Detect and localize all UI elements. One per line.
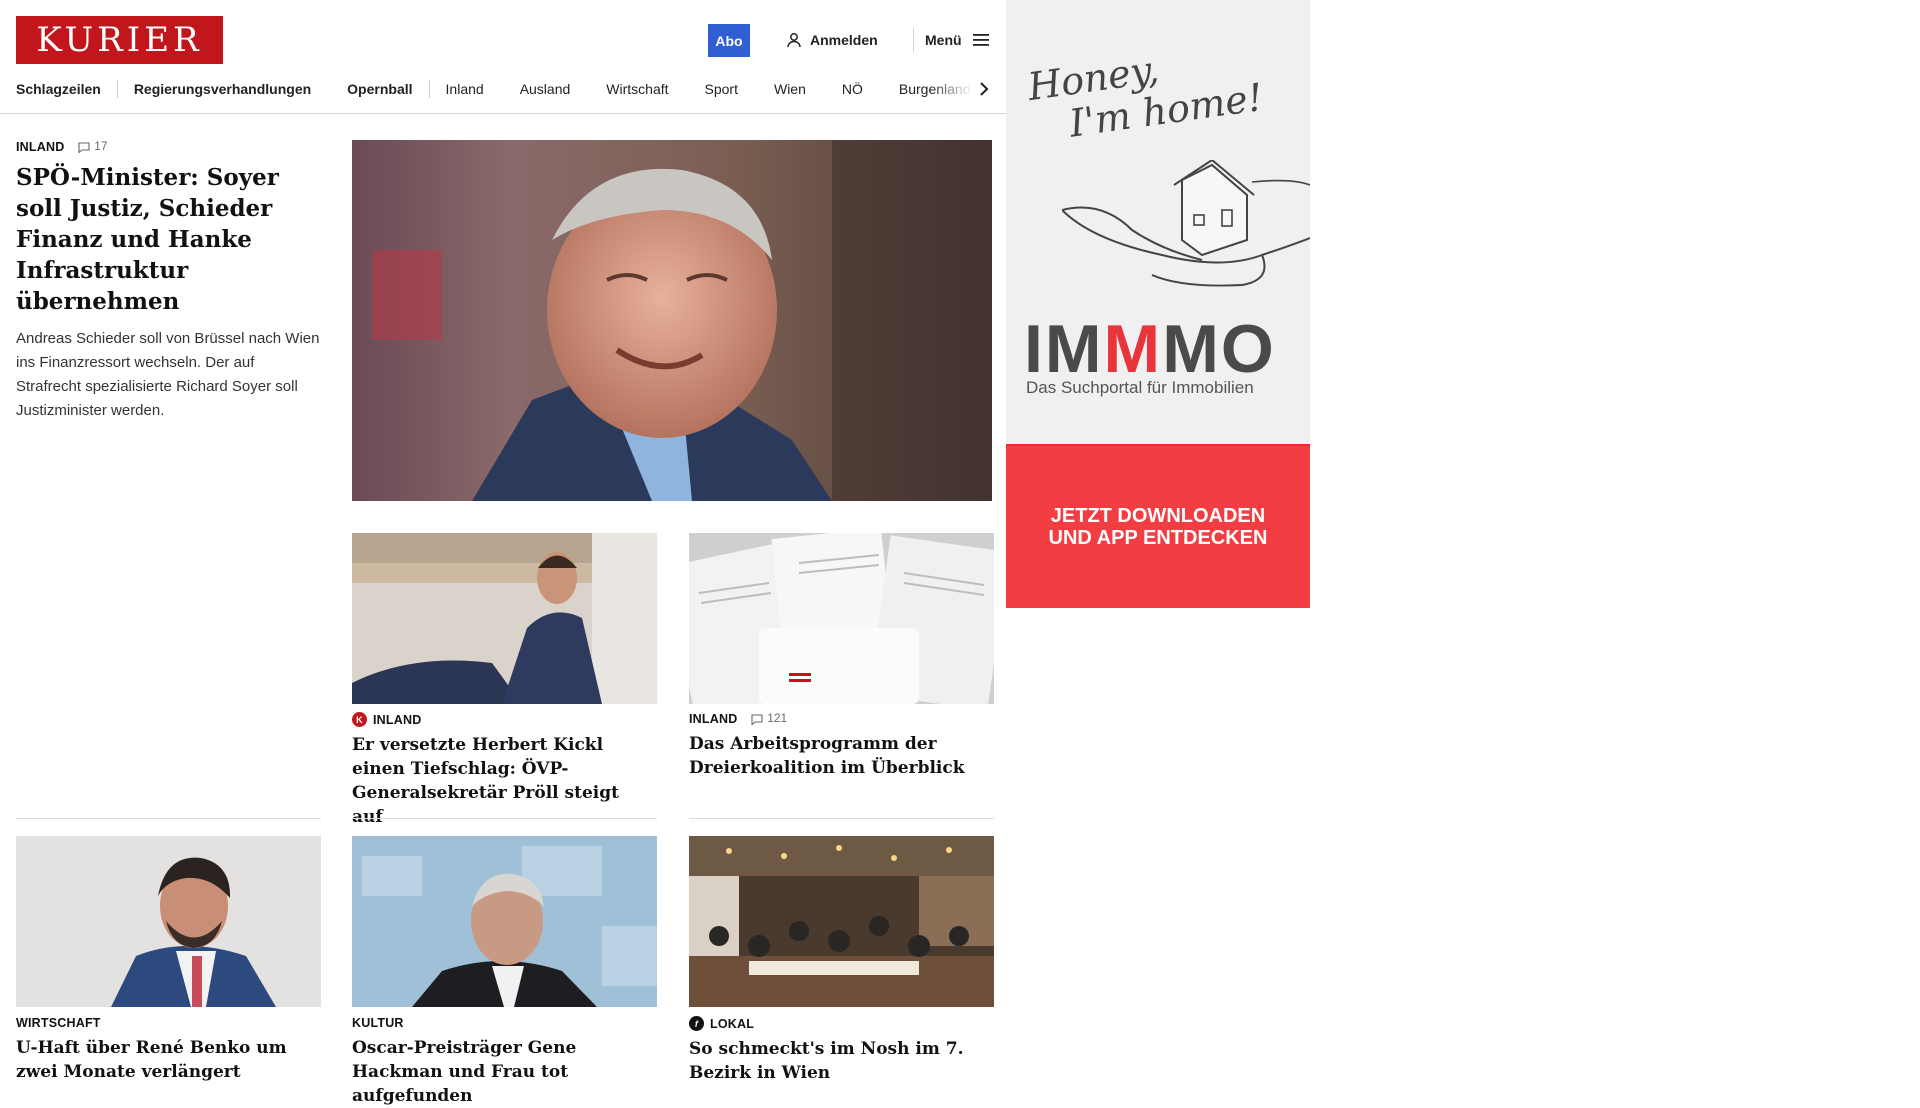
ad-cta-text: JETZT DOWNLOADEN UND APP ENTDECKEN bbox=[1049, 505, 1268, 549]
comment-icon bbox=[751, 713, 763, 725]
card-title[interactable]: Oscar-Preisträger Gene Hackman und Frau … bbox=[352, 1036, 655, 1108]
menu-label: Menü bbox=[925, 32, 962, 48]
immmo-ad-banner[interactable]: Honey, I'm home! IMMMO Das Suchportal fü… bbox=[1006, 0, 1310, 608]
card-comments[interactable]: 121 bbox=[751, 713, 787, 725]
row-divider bbox=[352, 818, 657, 819]
article-card-4[interactable]: KULTUR Oscar-Preisträger Gene Hackman un… bbox=[352, 1016, 655, 1108]
lead-category: INLAND bbox=[16, 140, 65, 154]
card-image-1[interactable] bbox=[352, 533, 657, 704]
card-image-5[interactable] bbox=[689, 836, 994, 1007]
ad-download-button[interactable]: JETZT DOWNLOADEN UND APP ENTDECKEN bbox=[1006, 446, 1310, 608]
card-image-3[interactable] bbox=[16, 836, 321, 1007]
hamburger-icon bbox=[972, 34, 989, 46]
login-label: Anmelden bbox=[810, 32, 878, 48]
nav-item-regierungsverhandlungen[interactable]: Regierungsverhandlungen bbox=[134, 81, 311, 97]
card-comment-count: 121 bbox=[767, 713, 788, 725]
ad-brand-part-b: MO bbox=[1162, 311, 1276, 387]
card-title[interactable]: Er versetzte Herbert Kickl einen Tiefsch… bbox=[352, 733, 655, 829]
nav-item-schlagzeilen[interactable]: Schlagzeilen bbox=[16, 81, 101, 97]
lead-comment-count: 17 bbox=[94, 141, 108, 153]
card-kicker: f LOKAL bbox=[689, 1016, 992, 1031]
login-link[interactable]: Anmelden bbox=[786, 28, 878, 52]
kurier-plus-icon: K bbox=[352, 712, 367, 727]
lead-teaser: Andreas Schieder soll von Brüssel nach W… bbox=[16, 330, 320, 419]
kurier-logo[interactable]: KURIER bbox=[16, 16, 223, 64]
chevron-right-icon bbox=[980, 82, 989, 96]
nav-item-noe[interactable]: NÖ bbox=[842, 81, 863, 97]
article-card-3[interactable]: WIRTSCHAFT U-Haft über René Benko um zwe… bbox=[16, 1016, 319, 1084]
card-title[interactable]: So schmeckt's im Nosh im 7. Bezirk in Wi… bbox=[689, 1037, 992, 1085]
card-image-4[interactable] bbox=[352, 836, 657, 1007]
lead-title[interactable]: SPÖ-Minister: Soyer soll Justiz, Schiede… bbox=[16, 162, 321, 317]
card-title[interactable]: U-Haft über René Benko um zwei Monate ve… bbox=[16, 1036, 319, 1084]
card-kicker: K INLAND bbox=[352, 712, 655, 727]
header-divider bbox=[913, 28, 914, 52]
card-category: WIRTSCHAFT bbox=[16, 1016, 101, 1030]
lead-kicker: INLAND 17 bbox=[16, 140, 321, 154]
card-title[interactable]: Das Arbeitsprogramm der Dreierkoalition … bbox=[689, 732, 992, 780]
article-card-5[interactable]: f LOKAL So schmeckt's im Nosh im 7. Bezi… bbox=[689, 1016, 992, 1085]
ad-brand-part-m: M bbox=[1103, 311, 1163, 387]
article-card-2[interactable]: INLAND 121 Das Arbeitsprogramm der Dreie… bbox=[689, 712, 992, 780]
category-nav: Schlagzeilen Regierungsverhandlungen Ope… bbox=[0, 76, 1006, 114]
card-kicker: WIRTSCHAFT bbox=[16, 1016, 319, 1030]
ad-tagline: Das Suchportal für Immobilien bbox=[1026, 378, 1254, 397]
card-image-2[interactable] bbox=[689, 533, 994, 704]
nav-item-wien[interactable]: Wien bbox=[774, 81, 806, 97]
house-in-hand-icon bbox=[1062, 160, 1310, 287]
article-card-1[interactable]: K INLAND Er versetzte Herbert Kickl eine… bbox=[352, 712, 655, 829]
row-divider bbox=[689, 818, 994, 819]
lead-image[interactable] bbox=[352, 140, 992, 501]
card-category: INLAND bbox=[373, 712, 422, 727]
lead-comments[interactable]: 17 bbox=[78, 141, 107, 153]
ad-brand-part-a: IM bbox=[1024, 311, 1104, 387]
card-category: INLAND bbox=[689, 712, 738, 726]
lead-article[interactable]: INLAND 17 SPÖ-Minister: Soyer soll Justi… bbox=[16, 140, 321, 423]
nav-divider bbox=[116, 80, 118, 98]
card-kicker: KULTUR bbox=[352, 1016, 655, 1030]
ad-visual: Honey, I'm home! IMMMO Das Suchportal fü… bbox=[1006, 0, 1310, 446]
ad-cta-line-1: JETZT DOWNLOADEN bbox=[1050, 505, 1266, 527]
ad-cta-line-2: UND APP ENTDECKEN bbox=[1048, 527, 1268, 549]
nav-item-inland[interactable]: Inland bbox=[446, 81, 484, 97]
card-kicker: INLAND 121 bbox=[689, 712, 992, 726]
comment-icon bbox=[78, 141, 90, 153]
card-category: LOKAL bbox=[710, 1016, 755, 1031]
abo-button[interactable]: Abo bbox=[708, 24, 750, 57]
nav-divider bbox=[428, 80, 430, 98]
person-icon bbox=[787, 33, 801, 48]
nav-item-sport[interactable]: Sport bbox=[705, 81, 738, 97]
nav-item-ausland[interactable]: Ausland bbox=[520, 81, 571, 97]
ad-brand-logo: IMMMO bbox=[1024, 310, 1276, 388]
nav-item-wirtschaft[interactable]: Wirtschaft bbox=[606, 81, 668, 97]
ad-script-text: Honey, I'm home! bbox=[1025, 34, 1265, 149]
nav-item-opernball[interactable]: Opernball bbox=[347, 81, 412, 97]
row-divider bbox=[16, 818, 321, 819]
card-category: KULTUR bbox=[352, 1016, 404, 1030]
lokal-feature-icon: f bbox=[689, 1016, 704, 1031]
nav-scroll-right[interactable] bbox=[972, 78, 996, 100]
nav-items: Schlagzeilen Regierungsverhandlungen Ope… bbox=[16, 76, 1006, 102]
menu-button[interactable]: Menü bbox=[925, 28, 990, 52]
